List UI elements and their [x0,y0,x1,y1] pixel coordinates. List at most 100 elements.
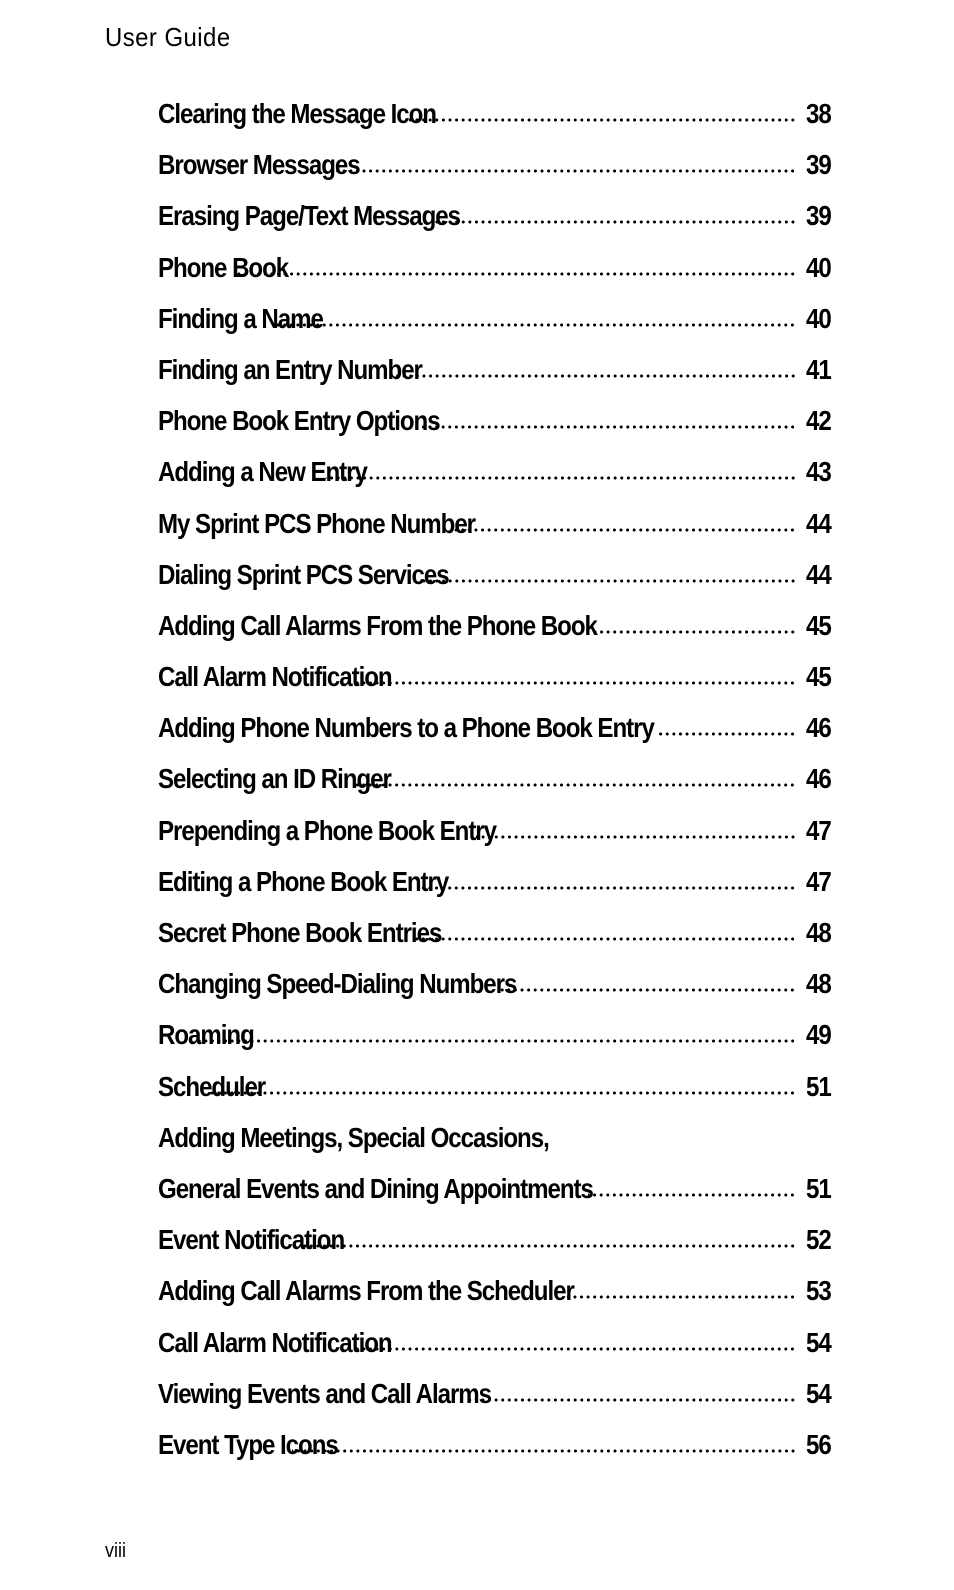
toc-entry-page: 44 [806,558,832,590]
toc-entry-title: Dialing Sprint PCS Services [158,558,450,590]
toc-entry-page: 53 [806,1275,832,1307]
toc-entry-page: 54 [806,1326,832,1358]
toc-entry-page: 51 [806,1070,832,1102]
toc-entry-title: Phone Book [158,251,289,283]
toc-entry[interactable]: Secret Phone Book Entries 48 [158,917,836,968]
toc-entry[interactable]: Viewing Events and Call Alarms 54 [158,1378,836,1429]
toc-entry-title: Adding Call Alarms From the Scheduler [158,1275,575,1307]
toc-entry[interactable]: My Sprint PCS Phone Number 44 [158,508,836,559]
toc-entry-page: 45 [806,609,832,641]
toc-entry[interactable]: Clearing the Message Icon 38 [158,98,836,149]
toc-entry-title: Clearing the Message Icon [158,98,437,129]
dot-leader [410,425,796,430]
toc-entry[interactable]: Finding an Entry Number 41 [158,354,836,405]
toc-entry-title: Finding a Name [158,302,324,334]
toc-entry-title: Scheduler [158,1070,266,1102]
toc-entry-title: Changing Speed-Dialing Numbers [158,968,517,1000]
toc-entry[interactable]: Adding Phone Numbers to a Phone Book Ent… [158,712,836,763]
toc-entry[interactable]: Scheduler 51 [158,1071,836,1122]
toc-entry[interactable]: Adding Call Alarms From the Phone Book 45 [158,610,836,661]
toc-entry[interactable]: Event Type Icons 56 [158,1429,836,1480]
toc-entry-page: 38 [806,98,832,129]
toc-entry-page: 39 [806,200,832,232]
page-number: viii [105,1540,127,1562]
toc-entry[interactable]: Call Alarm Notification 45 [158,661,836,712]
toc-entry[interactable]: Adding a New Entry 43 [158,456,836,507]
toc-entry-title: Selecting an ID Ringer [158,763,392,795]
toc-entry-title: Adding a New Entry [158,456,368,488]
toc-entry-title: Call Alarm Notification [158,1326,393,1358]
toc-entry-title: Phone Book Entry Options [158,405,441,437]
toc-entry-page: 45 [806,661,832,693]
toc-entry-title: My Sprint PCS Phone Number [158,507,476,539]
toc-entry[interactable]: Event Notification 52 [158,1224,836,1275]
toc-entry-page: 56 [806,1428,832,1460]
toc-entry-title: Finding an Entry Number [158,353,423,385]
toc-entry[interactable]: General Events and Dining Appointments 51 [158,1173,836,1224]
toc-entry-page: 48 [806,917,832,948]
dot-leader [433,220,796,225]
toc-entry[interactable]: Phone Book Entry Options 42 [158,405,836,456]
table-of-contents: Clearing the Message Icon 38 Browser Messa… [158,98,836,1480]
toc-entry[interactable]: Phone Book 40 [158,252,836,303]
toc-entry-page: 39 [806,149,832,181]
dot-leader [194,1039,796,1044]
toc-entry-page: 43 [806,456,832,488]
toc-entry-title: Event Type Icons [158,1428,339,1460]
dot-leader [475,834,796,839]
toc-entry-page: 41 [806,353,832,385]
toc-entry[interactable]: Dialing Sprint PCS Services 44 [158,559,836,610]
dot-leader [420,885,796,890]
toc-entry-title: General Events and Dining Appointments [158,1172,594,1204]
toc-entry-title: Editing a Phone Book Entry [158,865,449,897]
toc-entry-title: Call Alarm Notification [158,661,393,693]
toc-entry-page: 44 [806,507,832,539]
dot-leader [405,118,796,122]
dot-leader [412,937,796,941]
dot-leader [420,578,796,583]
toc-entry-title: Secret Phone Book Entries [158,917,442,948]
toc-entry-page: 40 [806,302,832,334]
dot-leader [469,1397,796,1402]
dot-leader [353,783,796,788]
dot-leader [233,271,796,276]
dot-leader [299,1244,796,1249]
toc-entry-title: Erasing Page/Text Messages [158,200,461,232]
toc-entry[interactable]: Erasing Page/Text Messages 39 [158,200,836,251]
toc-entry[interactable]: Adding Call Alarms From the Scheduler 53 [158,1275,836,1326]
toc-entry-title: Viewing Events and Call Alarms [158,1377,492,1409]
toc-entry-page: 47 [806,865,832,897]
toc-entry-page: 52 [806,1224,832,1256]
toc-entry[interactable]: Changing Speed-Dialing Numbers 48 [158,968,836,1019]
toc-entry-page: 46 [806,712,832,744]
dot-leader [274,322,796,327]
toc-entry[interactable]: Roaming 49 [158,1019,836,1070]
dot-leader [207,1090,796,1095]
toc-entry[interactable]: Browser Messages 39 [158,149,836,200]
toc-entry-title: Adding Meetings, Special Occasions, [158,1121,550,1153]
toc-entry[interactable]: Editing a Phone Book Entry 47 [158,866,836,917]
dot-leader [499,988,796,993]
dot-leader [389,373,796,378]
toc-entry-title: Roaming [158,1019,255,1051]
running-header: User Guide [105,22,231,52]
toc-entry-page: 54 [806,1377,832,1409]
toc-entry[interactable]: Call Alarm Notification 54 [158,1327,836,1378]
dot-leader [588,1192,796,1197]
toc-entry[interactable]: Selecting an ID Ringer 46 [158,763,836,814]
toc-entry-page: 40 [806,251,832,283]
dot-leader [354,1346,796,1351]
dot-leader [659,732,796,737]
toc-entry-page: 49 [806,1019,832,1051]
toc-entry[interactable]: Finding a Name 40 [158,303,836,354]
toc-entry-title: Event Notification [158,1224,345,1256]
dot-leader [317,169,796,174]
toc-entry-title: Prepending a Phone Book Entry [158,814,497,846]
dot-leader [354,681,796,686]
toc-entry-page: 48 [806,968,832,1000]
dot-leader [592,629,796,634]
toc-entry-page: 42 [806,405,832,437]
toc-entry[interactable]: Adding Meetings, Special Occasions, [158,1122,836,1173]
dot-leader [291,1448,796,1453]
toc-entry[interactable]: Prepending a Phone Book Entry 47 [158,815,836,866]
